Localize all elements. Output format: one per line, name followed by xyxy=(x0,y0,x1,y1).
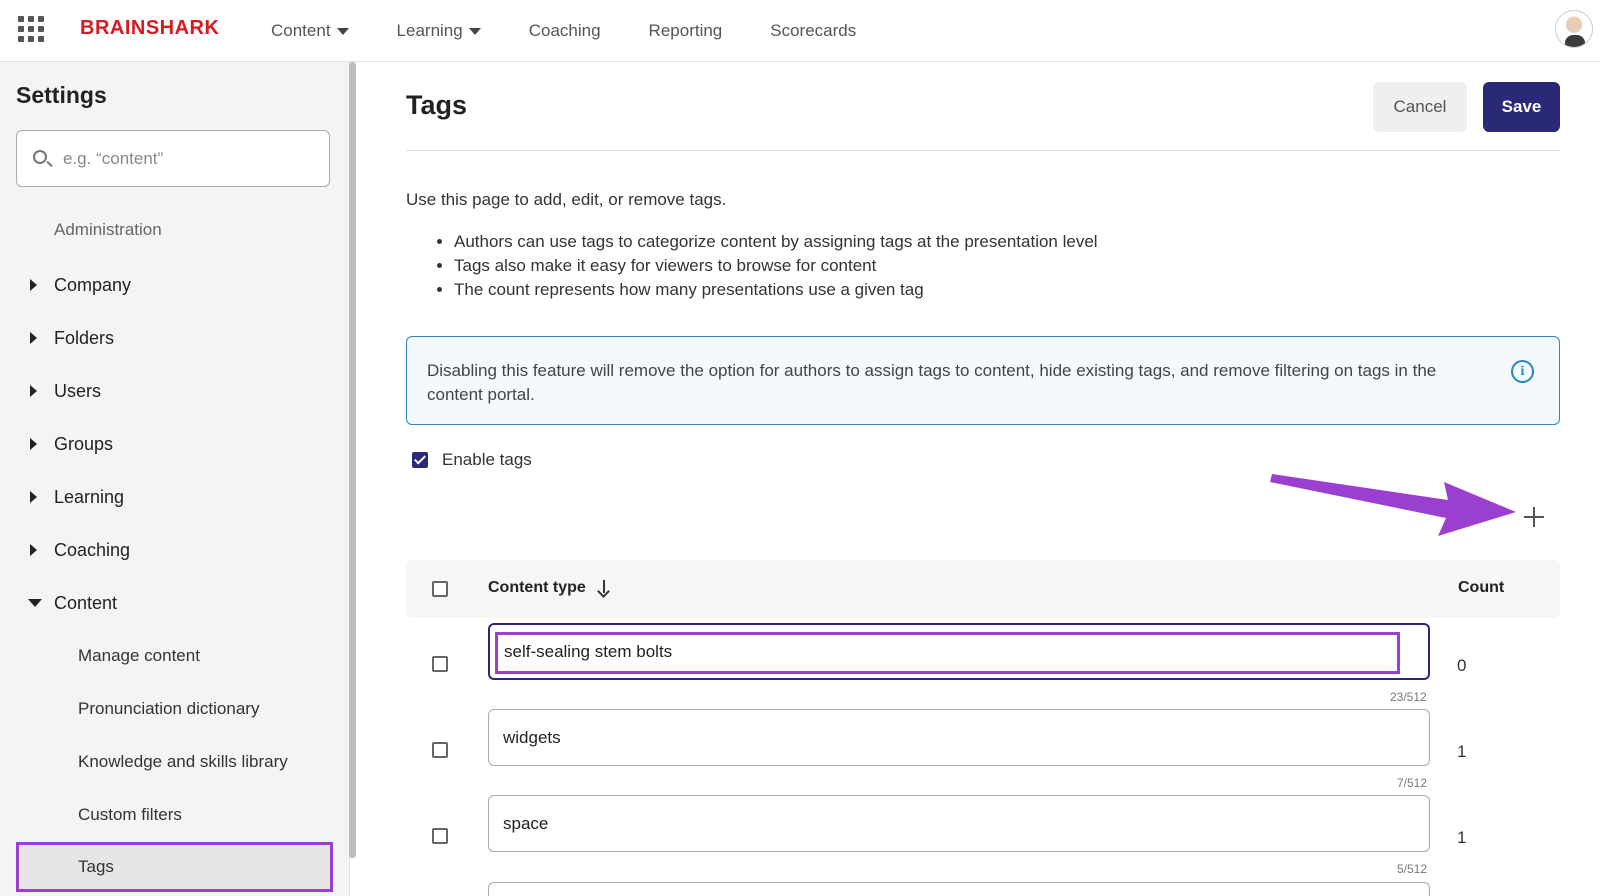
sidebar-item-groups[interactable]: Groups xyxy=(0,424,340,464)
page-title: Tags xyxy=(406,90,468,120)
row-checkbox[interactable] xyxy=(432,656,448,672)
sidebar-item-label: Company xyxy=(54,274,132,295)
caret-right-icon xyxy=(30,332,37,344)
tag-name-input[interactable] xyxy=(488,623,1430,680)
brainshark-logo[interactable]: BRAINSHARK xyxy=(80,17,219,40)
sidebar-item-folders[interactable]: Folders xyxy=(0,318,340,358)
intro-text: Use this page to add, edit, or remove ta… xyxy=(406,190,727,209)
caret-down-icon xyxy=(468,27,481,35)
sidebar-item-label: Groups xyxy=(54,433,114,454)
sidebar-section-administration: Administration xyxy=(54,220,162,239)
nav-content[interactable]: Content xyxy=(271,21,349,41)
sidebar-item-label: Content xyxy=(54,592,118,613)
caret-right-icon xyxy=(30,438,37,450)
tag-count-value: 1 xyxy=(1457,828,1467,847)
bullet-item: Tags also make it easy for viewers to br… xyxy=(454,254,1098,278)
main-nav: Content Learning Coaching Reporting Scor… xyxy=(271,0,904,62)
nav-learning-label: Learning xyxy=(396,21,463,40)
character-counter: 5/512 xyxy=(1397,862,1428,876)
info-banner: Disabling this feature will remove the o… xyxy=(406,336,1560,425)
sidebar-title: Settings xyxy=(16,82,107,108)
search-icon xyxy=(33,150,47,164)
sidebar-scrollbar[interactable] xyxy=(349,62,356,858)
nav-coaching[interactable]: Coaching xyxy=(529,21,601,41)
checkbox-checked-icon[interactable] xyxy=(412,452,428,468)
sidebar-item-label: Folders xyxy=(54,327,115,348)
intro-bullet-list: Authors can use tags to categorize conte… xyxy=(454,230,1098,302)
sort-descending-icon[interactable] xyxy=(598,580,610,596)
nav-scorecards-label: Scorecards xyxy=(770,21,857,40)
tag-count-value: 1 xyxy=(1457,742,1467,761)
row-checkbox[interactable] xyxy=(432,742,448,758)
nav-coaching-label: Coaching xyxy=(528,21,601,40)
sidebar-item-users[interactable]: Users xyxy=(0,371,340,411)
caret-down-icon xyxy=(28,599,42,607)
sidebar-subitem-pronunciation-dictionary[interactable]: Pronunciation dictionary xyxy=(78,699,259,719)
content-type-column-header[interactable]: Content type xyxy=(488,579,610,597)
nav-reporting-label: Reporting xyxy=(648,21,723,40)
caret-down-icon xyxy=(336,27,349,35)
sidebar-item-learning[interactable]: Learning xyxy=(0,477,340,517)
sidebar-item-label: Users xyxy=(54,380,102,401)
nav-content-label: Content xyxy=(271,21,331,40)
tag-name-input[interactable] xyxy=(488,709,1430,766)
sidebar-item-label: Coaching xyxy=(54,539,131,560)
add-tag-plus-icon[interactable] xyxy=(1522,505,1546,529)
user-avatar[interactable] xyxy=(1555,10,1593,48)
caret-right-icon xyxy=(30,491,37,503)
sidebar-subitem-knowledge-skills-library[interactable]: Knowledge and skills library xyxy=(78,752,288,772)
nav-scorecards[interactable]: Scorecards xyxy=(770,21,856,41)
app-launcher-grid-icon[interactable] xyxy=(18,16,44,42)
select-all-checkbox[interactable] xyxy=(432,581,448,597)
header-divider xyxy=(406,150,1560,151)
sidebar-subitem-manage-content[interactable]: Manage content xyxy=(78,646,200,666)
sidebar-item-label: Learning xyxy=(54,486,125,507)
sidebar-item-coaching[interactable]: Coaching xyxy=(0,530,340,570)
character-counter: 7/512 xyxy=(1397,776,1428,790)
sidebar-subitem-tags[interactable]: Tags xyxy=(16,842,333,892)
tags-table-header: Content type Count xyxy=(406,560,1560,618)
sidebar-subitem-tags-label: Tags xyxy=(78,857,114,876)
annotation-arrow-icon xyxy=(1270,474,1516,536)
content-type-header-label: Content type xyxy=(488,579,586,596)
sidebar-item-company[interactable]: Company xyxy=(0,265,340,305)
sidebar-subitem-custom-filters[interactable]: Custom filters xyxy=(78,805,182,825)
info-icon[interactable]: i xyxy=(1511,360,1534,383)
caret-right-icon xyxy=(30,385,37,397)
bullet-item: Authors can use tags to categorize conte… xyxy=(454,230,1098,254)
save-button[interactable]: Save xyxy=(1483,82,1560,132)
tag-name-input[interactable] xyxy=(488,795,1430,852)
sidebar-search-box xyxy=(16,130,330,187)
nav-learning[interactable]: Learning xyxy=(397,21,481,41)
bullet-item: The count represents how many presentati… xyxy=(454,278,1098,302)
cancel-button[interactable]: Cancel xyxy=(1373,82,1467,132)
enable-tags-checkbox[interactable]: Enable tags xyxy=(412,450,532,470)
enable-tags-label: Enable tags xyxy=(442,450,532,469)
nav-reporting[interactable]: Reporting xyxy=(649,21,723,41)
row-checkbox[interactable] xyxy=(432,828,448,844)
caret-right-icon xyxy=(30,544,37,556)
caret-right-icon xyxy=(30,279,37,291)
tag-name-input-partial[interactable] xyxy=(488,882,1430,896)
sidebar-item-content[interactable]: Content xyxy=(0,583,340,623)
top-navigation-bar: BRAINSHARK Content Learning Coaching Rep… xyxy=(0,0,1600,62)
sidebar-search-input[interactable] xyxy=(63,145,313,173)
character-counter: 23/512 xyxy=(1390,690,1427,704)
info-banner-text: Disabling this feature will remove the o… xyxy=(427,361,1437,404)
tag-count-value: 0 xyxy=(1457,656,1467,675)
count-column-header: Count xyxy=(1458,579,1505,596)
